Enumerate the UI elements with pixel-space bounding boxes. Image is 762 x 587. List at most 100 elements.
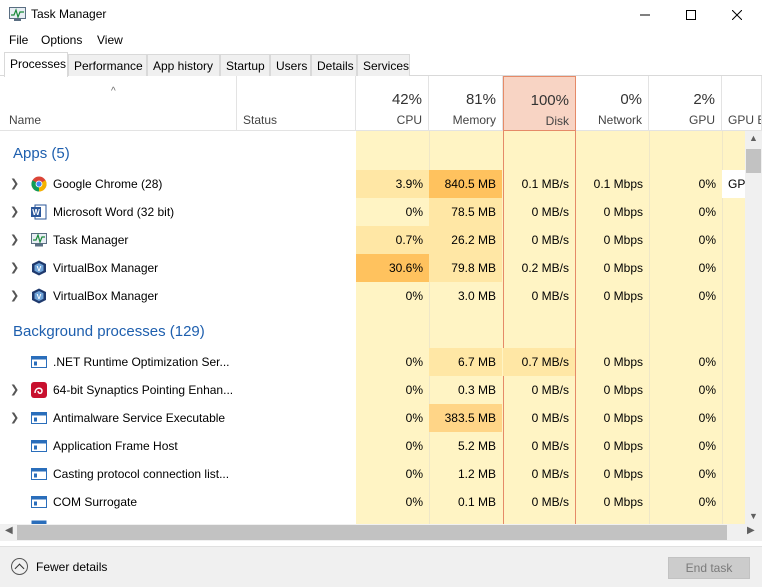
column-header-disk[interactable]: 100% Disk (503, 76, 576, 131)
service-window-icon (31, 468, 47, 480)
synaptics-icon (31, 382, 47, 398)
sort-up-icon: ^ (111, 86, 116, 97)
memory-value: 79.8 MB (429, 254, 502, 282)
task-manager-icon (31, 233, 47, 247)
close-button[interactable] (714, 0, 760, 30)
table-row[interactable]: Application Frame Host 0% 5.2 MB 0 MB/s … (0, 432, 745, 460)
svg-text:W: W (32, 208, 40, 217)
tab-startup[interactable]: Startup (220, 54, 270, 76)
network-total-percent: 0% (620, 91, 642, 108)
process-list: ^ Name Status 42% CPU 81% Memory 100% Di… (0, 76, 762, 524)
menu-bar: File Options View (0, 30, 762, 50)
disk-value: 0 MB/s (531, 411, 569, 425)
tab-bar: Processes Performance App history Startu… (0, 52, 762, 77)
network-value: 0 Mbps (603, 495, 643, 509)
chrome-icon (31, 176, 47, 192)
gpu-value: 0% (698, 289, 716, 303)
close-icon (732, 10, 742, 20)
word-icon: W (31, 204, 47, 220)
tab-services[interactable]: Services (357, 54, 410, 76)
header-gpu-label: GPU (688, 113, 715, 127)
scrollbar-thumb[interactable] (746, 149, 761, 173)
gpu-value: 0% (698, 233, 716, 247)
tab-processes[interactable]: Processes (4, 52, 68, 77)
service-window-icon (31, 440, 47, 452)
network-value: 0 Mbps (603, 383, 643, 397)
group-title-apps: Apps (5) (13, 145, 70, 162)
process-name: Antimalware Service Executable (53, 411, 226, 425)
scrollbar-thumb[interactable] (17, 525, 727, 540)
table-row[interactable]: ❯ V VirtualBox Manager 0% 3.0 MB 0 MB/s … (0, 282, 745, 310)
horizontal-scrollbar[interactable]: ◀ ▶ (0, 524, 762, 541)
column-header-cpu[interactable]: 42% CPU (356, 76, 429, 131)
disk-total-percent: 100% (530, 92, 569, 109)
column-header-memory[interactable]: 81% Memory (429, 76, 503, 131)
process-name: VirtualBox Manager (53, 261, 159, 275)
chevron-right-icon[interactable]: ❯ (10, 233, 19, 246)
memory-value: 0.1 MB (457, 495, 496, 509)
memory-value: 0.3 MB (457, 383, 496, 397)
header-gpu-engine-label: GPU E (728, 113, 762, 127)
table-row[interactable]: ❯ Task Manager 0.7% 26.2 MB 0 MB/s 0 Mbp… (0, 226, 745, 254)
cpu-value: 0% (405, 383, 423, 397)
disk-value: 0.7 MB/s (503, 348, 575, 376)
gpu-value: 0% (698, 355, 716, 369)
end-task-button[interactable]: End task (668, 557, 750, 579)
menu-view[interactable]: View (97, 33, 123, 47)
table-row[interactable]: ❯ 64-bit Synaptics Pointing Enhan... 0% … (0, 376, 745, 404)
chevron-right-icon[interactable]: ❯ (10, 289, 19, 302)
disk-value: 0 MB/s (531, 289, 569, 303)
gpu-value: 0% (698, 467, 716, 481)
task-manager-icon (9, 7, 26, 21)
memory-value: 26.2 MB (429, 226, 502, 254)
maximize-button[interactable] (668, 0, 714, 30)
header-memory-label: Memory (452, 113, 496, 127)
disk-value: 0.1 MB/s (521, 177, 569, 191)
scroll-right-icon[interactable]: ▶ (747, 525, 755, 536)
table-row[interactable]: Casting protocol connection list... 0% 1… (0, 460, 745, 488)
network-value: 0.1 Mbps (593, 177, 643, 191)
chevron-up-circle-icon[interactable] (11, 558, 28, 575)
process-name: .NET Runtime Optimization Ser... (53, 355, 230, 369)
table-row[interactable]: COM Surrogate 0% 0.1 MB 0 MB/s 0 Mbps 0% (0, 488, 745, 516)
network-value: 0 Mbps (603, 233, 643, 247)
chevron-right-icon[interactable]: ❯ (10, 411, 19, 424)
menu-file[interactable]: File (9, 33, 28, 47)
table-row[interactable]: ❯ Google Chrome (28) 3.9% 840.5 MB 0.1 M… (0, 170, 745, 198)
menu-options[interactable]: Options (41, 33, 82, 47)
tab-performance[interactable]: Performance (68, 54, 147, 76)
scroll-left-icon[interactable]: ◀ (5, 525, 13, 536)
chevron-right-icon[interactable]: ❯ (10, 177, 19, 190)
service-window-icon (31, 496, 47, 508)
chevron-right-icon[interactable]: ❯ (10, 205, 19, 218)
chevron-right-icon[interactable]: ❯ (10, 383, 19, 396)
minimize-button[interactable] (622, 0, 668, 30)
scroll-down-icon[interactable]: ▼ (749, 511, 758, 521)
tab-details[interactable]: Details (311, 54, 357, 76)
chevron-right-icon[interactable]: ❯ (10, 261, 19, 274)
process-name: Application Frame Host (53, 439, 178, 453)
table-row[interactable]: .NET Runtime Optimization Ser... 0% 6.7 … (0, 348, 745, 376)
network-value: 0 Mbps (603, 411, 643, 425)
column-header-name[interactable]: ^ Name (0, 76, 237, 131)
scroll-up-icon[interactable]: ▲ (749, 133, 758, 143)
process-name: COM Surrogate (53, 495, 138, 509)
gpu-engine-value: GP (722, 170, 745, 198)
disk-value: 0.2 MB/s (521, 261, 569, 275)
disk-value: 0 MB/s (531, 383, 569, 397)
column-header-network[interactable]: 0% Network (576, 76, 649, 131)
gpu-value: 0% (698, 439, 716, 453)
table-row[interactable]: ❯ V VirtualBox Manager 30.6% 79.8 MB 0.2… (0, 254, 745, 282)
tab-app-history[interactable]: App history (147, 54, 220, 76)
table-row[interactable]: ❯ W Microsoft Word (32 bit) 0% 78.5 MB 0… (0, 198, 745, 226)
fewer-details-link[interactable]: Fewer details (36, 560, 107, 574)
column-header-gpu-engine[interactable]: GPU E (722, 76, 762, 131)
header-status-label: Status (243, 113, 278, 127)
vertical-scrollbar[interactable]: ▲ ▼ (745, 131, 762, 524)
footer: Fewer details End task (0, 546, 762, 587)
gpu-total-percent: 2% (693, 91, 715, 108)
column-header-status[interactable]: Status (237, 76, 356, 131)
tab-users[interactable]: Users (270, 54, 311, 76)
table-row[interactable]: ❯ Antimalware Service Executable 0% 383.… (0, 404, 745, 432)
column-header-gpu[interactable]: 2% GPU (649, 76, 722, 131)
